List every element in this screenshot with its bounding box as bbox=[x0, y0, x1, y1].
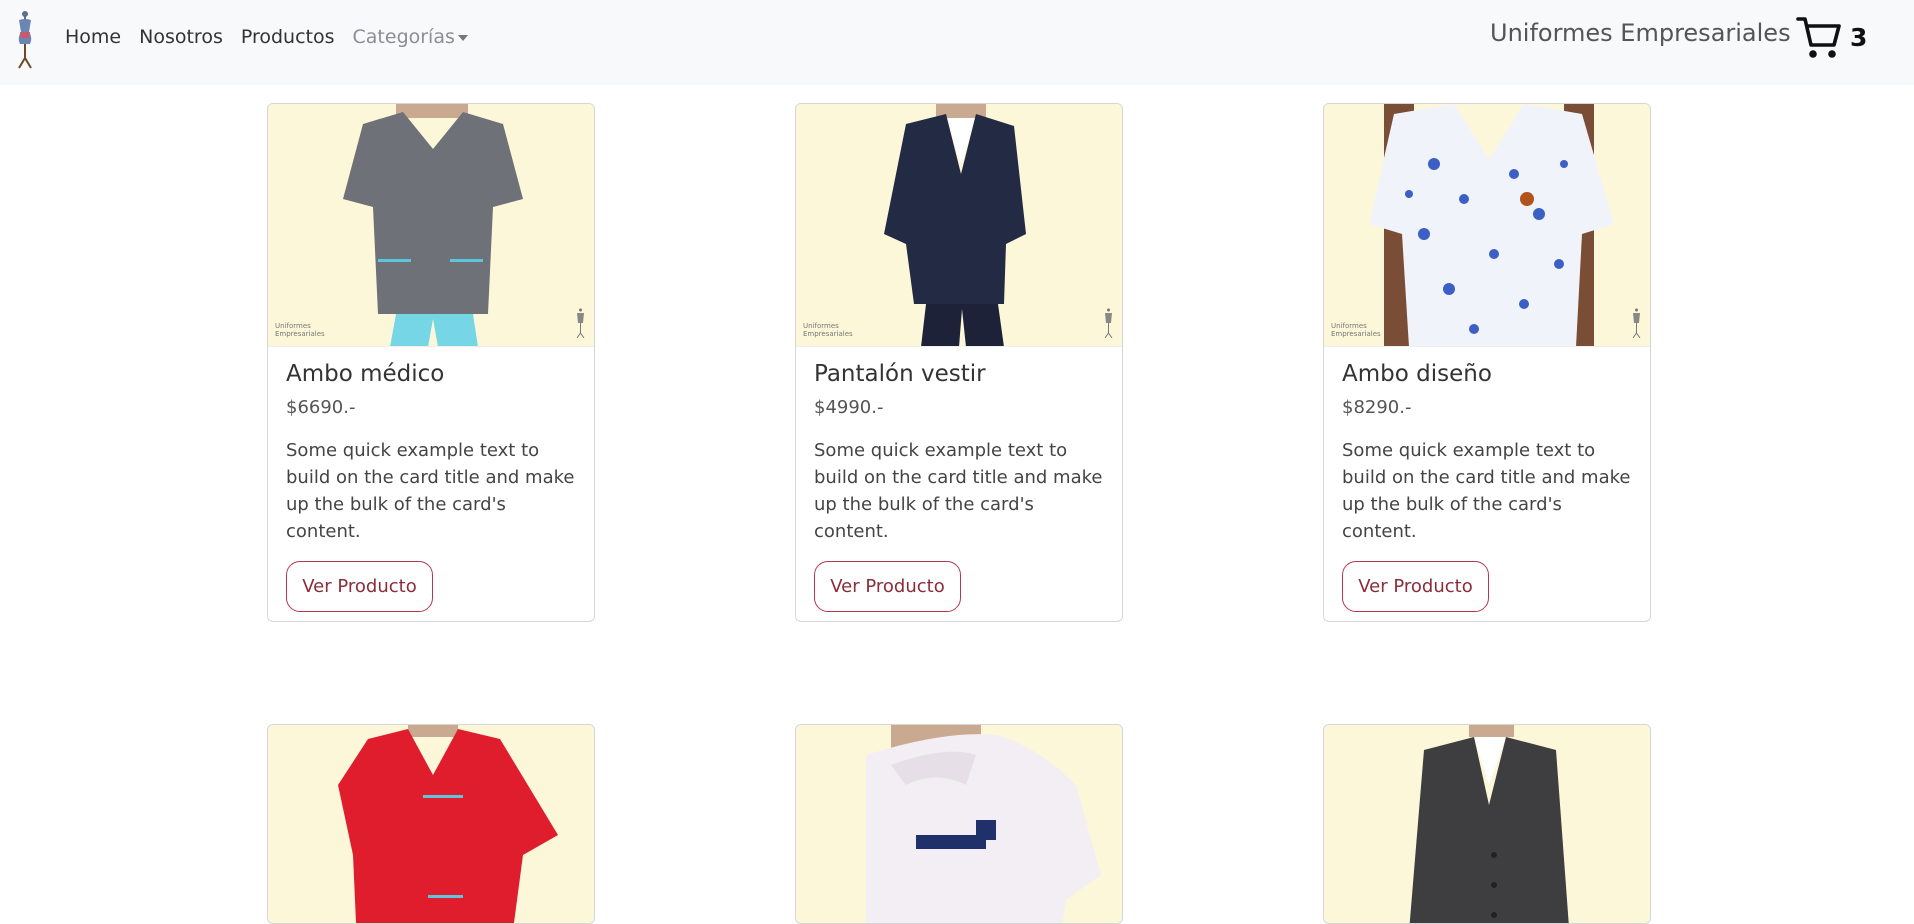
mannequin-logo-icon[interactable] bbox=[14, 10, 36, 70]
top-navbar: Home Nosotros Productos Categorías Unifo… bbox=[0, 0, 1914, 85]
product-image[interactable] bbox=[1324, 725, 1650, 923]
product-card bbox=[795, 724, 1123, 924]
nav-link-nosotros[interactable]: Nosotros bbox=[139, 26, 223, 48]
product-photo-grey-suit bbox=[1409, 725, 1569, 923]
product-image[interactable] bbox=[268, 725, 594, 923]
product-title: Pantalón vestir bbox=[814, 361, 986, 387]
cart-count: 3 bbox=[1850, 22, 1868, 52]
product-photo-scrubs bbox=[343, 104, 523, 346]
product-title: Ambo diseño bbox=[1342, 361, 1492, 387]
chevron-down-icon bbox=[457, 34, 468, 41]
product-card: Uniformes Empresariales Pantalón vestir … bbox=[795, 103, 1123, 622]
product-title: Ambo médico bbox=[286, 361, 445, 387]
mannequin-watermark-icon bbox=[1632, 308, 1641, 338]
nav-dropdown-categorias[interactable]: Categorías bbox=[353, 26, 468, 48]
watermark-text: Uniformes Empresariales bbox=[275, 322, 325, 338]
nav-link-productos[interactable]: Productos bbox=[241, 26, 335, 48]
product-description: Some quick example text to build on the … bbox=[1342, 440, 1631, 542]
product-card bbox=[267, 724, 595, 924]
view-product-button[interactable]: Ver Producto bbox=[814, 561, 961, 612]
product-photo-suit bbox=[884, 104, 1026, 346]
card-body: Ambo diseño $8290.- Some quick example t… bbox=[1324, 347, 1650, 621]
product-description: Some quick example text to build on the … bbox=[286, 440, 575, 542]
cart-icon bbox=[1796, 17, 1841, 58]
product-image[interactable]: Uniformes Empresariales bbox=[268, 104, 594, 347]
product-photo-red-scrubs bbox=[338, 725, 558, 923]
product-card bbox=[1323, 724, 1651, 924]
product-card: Uniformes Empresariales Ambo diseño $829… bbox=[1323, 103, 1651, 622]
product-photo-white-coat bbox=[866, 725, 1101, 923]
cart-button[interactable]: 3 bbox=[1796, 13, 1867, 61]
product-card: Uniformes Empresariales Ambo médico $669… bbox=[267, 103, 595, 622]
card-body: Ambo médico $6690.- Some quick example t… bbox=[268, 347, 594, 621]
view-product-button[interactable]: Ver Producto bbox=[286, 561, 433, 612]
nav-links: Home Nosotros Productos Categorías bbox=[65, 26, 486, 48]
nav-link-home[interactable]: Home bbox=[65, 26, 121, 48]
product-image[interactable]: Uniformes Empresariales bbox=[796, 104, 1122, 347]
product-price: $8290.- bbox=[1342, 397, 1412, 418]
product-description: Some quick example text to build on the … bbox=[814, 440, 1103, 542]
watermark-text: Uniformes Empresariales bbox=[1331, 322, 1381, 338]
brand-title: Uniformes Empresariales bbox=[1490, 19, 1791, 47]
product-price: $4990.- bbox=[814, 397, 884, 418]
product-price: $6690.- bbox=[286, 397, 356, 418]
mannequin-watermark-icon bbox=[576, 308, 585, 338]
mannequin-watermark-icon bbox=[1104, 308, 1113, 338]
dropdown-label: Categorías bbox=[352, 26, 455, 48]
card-body: Pantalón vestir $4990.- Some quick examp… bbox=[796, 347, 1122, 621]
product-photo-printed-scrubs bbox=[1369, 104, 1614, 346]
product-image[interactable] bbox=[796, 725, 1122, 923]
product-image[interactable]: Uniformes Empresariales bbox=[1324, 104, 1650, 347]
view-product-button[interactable]: Ver Producto bbox=[1342, 561, 1489, 612]
watermark-text: Uniformes Empresariales bbox=[803, 322, 853, 338]
